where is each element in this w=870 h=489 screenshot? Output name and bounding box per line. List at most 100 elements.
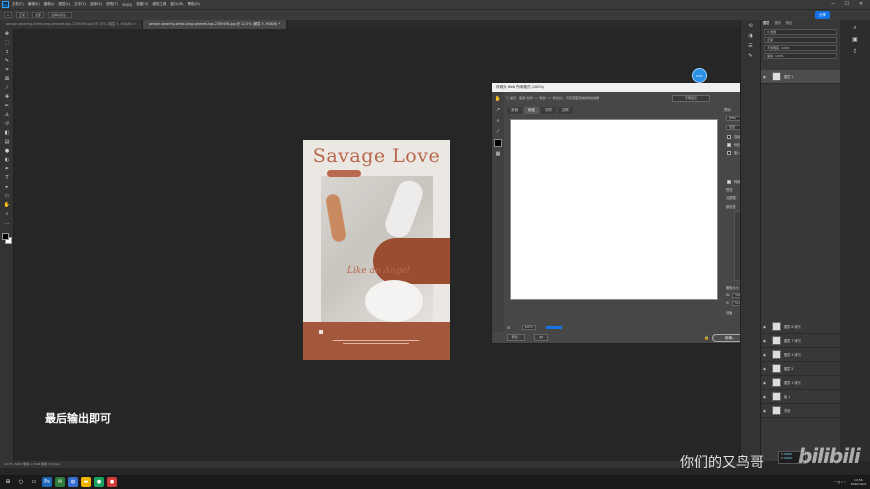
layer-row[interactable]: ◉ 背景 (761, 404, 841, 418)
menu-select[interactable]: 选择(S) (90, 2, 102, 7)
layer-row[interactable]: ◉ 图层 5 (761, 362, 841, 376)
tab-paths[interactable]: 路径 (786, 20, 792, 27)
search-icon[interactable]: ○ (16, 477, 26, 487)
select-and-mask-button[interactable]: 选择并遮住... (47, 12, 72, 18)
browser-icon[interactable]: ◍ (68, 477, 78, 487)
menu-layer[interactable]: 图层(L) (58, 2, 70, 7)
app-icon[interactable]: ● (94, 477, 104, 487)
tray-icons[interactable]: ^ ◔ ♪ ⌁ (834, 480, 846, 484)
sample-select[interactable]: 全部 (31, 12, 44, 18)
menu-3d[interactable]: 3D(D) (122, 3, 132, 7)
task-view-icon[interactable]: ▭ (29, 477, 39, 487)
marquee-tool-icon[interactable]: ⬚ (2, 39, 12, 47)
eye-icon[interactable]: ◉ (763, 339, 768, 343)
eraser-tool-icon[interactable]: ◧ (2, 129, 12, 137)
optimized-checkbox[interactable] (727, 143, 731, 147)
menu-type[interactable]: 文字(Y) (74, 2, 86, 7)
history-brush-tool-icon[interactable]: ↺ (2, 120, 12, 128)
photoshop-taskbar-icon[interactable]: Ps (42, 477, 52, 487)
eye-icon[interactable]: ◉ (763, 381, 768, 385)
browser-preview-icon[interactable]: ◍▾ (534, 334, 548, 341)
share-button[interactable]: 分享 (815, 11, 830, 19)
eyedropper-tool-icon[interactable]: ⁄ (2, 84, 12, 92)
adjustments-icon[interactable]: ◑ (746, 32, 756, 40)
history-icon[interactable]: ⟲ (746, 22, 756, 30)
hand-tool-icon[interactable]: ✋ (2, 201, 12, 209)
menu-window[interactable]: 窗口(W) (170, 2, 183, 7)
tab-layers[interactable]: 图层 (763, 20, 769, 27)
eye-icon[interactable]: ◉ (763, 353, 768, 357)
zoom-out-icon[interactable]: ⊟ (507, 325, 510, 330)
layer-row[interactable]: ◉ 组 1 (761, 390, 841, 404)
menu-help[interactable]: 帮助(H) (188, 2, 200, 7)
move-tool-icon[interactable]: ✥ (2, 30, 12, 38)
layer-row[interactable]: ◉ 图层 6 拷贝 (761, 320, 841, 334)
clock[interactable]: 14:56 2020/10/4 (851, 478, 866, 486)
menu-file[interactable]: 文件(F) (12, 2, 24, 7)
eye-icon[interactable]: ◉ (763, 367, 768, 371)
tab-2up[interactable]: 双联 (541, 107, 556, 114)
layer-row[interactable]: ◉ 图层 1 (761, 70, 841, 84)
slice-select-tool-icon[interactable]: ↗ (494, 106, 502, 114)
search-icon[interactable]: ⌕ (850, 24, 860, 32)
floating-badge[interactable]: 94% (692, 68, 707, 83)
mode-select[interactable]: 正常 (15, 12, 28, 18)
clone-stamp-tool-icon[interactable]: ♙ (2, 111, 12, 119)
blur-tool-icon[interactable]: ● (2, 147, 12, 155)
menu-filter[interactable]: 滤镜(T) (106, 2, 118, 7)
menu-view[interactable]: 视图(V) (136, 2, 148, 7)
eye-icon[interactable]: ◉ (763, 409, 768, 413)
convert-srgb-checkbox[interactable] (727, 180, 731, 184)
healing-brush-tool-icon[interactable]: ✚ (2, 93, 12, 101)
eye-icon[interactable]: ◉ (763, 75, 768, 79)
share-icon[interactable]: ⇪ (850, 48, 860, 56)
pen-tool-icon[interactable]: ✒ (2, 165, 12, 173)
zoom-tool-icon[interactable]: ⌕ (2, 210, 12, 218)
app-icon[interactable]: ● (107, 477, 117, 487)
toggle-slices-icon[interactable]: ▦ (494, 150, 502, 158)
opacity-field[interactable]: 不透明度: 100% (764, 45, 837, 51)
fill-field[interactable]: 填充: 100% (764, 53, 837, 59)
zoom-tool-icon[interactable]: ⌕ (494, 117, 502, 125)
start-icon[interactable]: ⊞ (3, 477, 13, 487)
blend-mode-select[interactable]: 正常 (764, 37, 837, 43)
layer-row[interactable]: ◉ 图层 7 拷贝 (761, 334, 841, 348)
tab-original[interactable]: 原稿 (507, 107, 522, 114)
wechat-icon[interactable]: ✉ (55, 477, 65, 487)
maximize-icon[interactable]: ☐ (840, 0, 854, 9)
zoom-select[interactable]: 100% (522, 324, 537, 330)
layer-row[interactable]: ◉ 图层 1 拷贝 (761, 376, 841, 390)
tab-4up[interactable]: 四联 (558, 107, 573, 114)
layer-kind-filter[interactable]: Q 类型 (764, 29, 837, 35)
eyedropper-tool-icon[interactable]: ⁄ (494, 128, 502, 136)
properties-icon[interactable]: ☰ (746, 42, 756, 50)
progressive-checkbox[interactable] (727, 135, 731, 139)
lasso-tool-icon[interactable]: ↄ (2, 48, 12, 56)
embed-profile-checkbox[interactable] (727, 151, 731, 155)
crop-tool-icon[interactable]: ⌗ (2, 66, 12, 74)
tab-optimized[interactable]: 优化 (524, 107, 539, 114)
rectangle-tool-icon[interactable]: ▭ (2, 192, 12, 200)
type-tool-icon[interactable]: T (2, 174, 12, 182)
workspace-icon[interactable]: ▣ (850, 36, 860, 44)
eye-icon[interactable]: ◉ (763, 395, 768, 399)
brush-tool-icon[interactable]: ✏ (2, 102, 12, 110)
dodge-tool-icon[interactable]: ◐ (2, 156, 12, 164)
gradient-tool-icon[interactable]: ▤ (2, 138, 12, 146)
foreground-color-swatch[interactable] (2, 233, 9, 240)
tab-channels[interactable]: 通道 (774, 20, 780, 27)
more-tools-icon[interactable]: … (2, 219, 12, 227)
brush-settings-icon[interactable]: ✎ (746, 52, 756, 60)
menu-edit[interactable]: 编辑(E) (28, 2, 40, 7)
tool-preset-icon[interactable]: ⌂ (4, 12, 12, 18)
layer-row[interactable]: ◉ 图层 4 拷贝 (761, 348, 841, 362)
minimize-icon[interactable]: ─ (826, 0, 840, 9)
tab-jpg[interactable]: person-wearing-white-long-sleeved-top-27… (142, 20, 287, 29)
hand-tool-icon[interactable]: ✋ (494, 95, 502, 103)
frame-tool-icon[interactable]: ⊠ (2, 75, 12, 83)
tab-psd[interactable]: person-wearing-white-long-sleeved-top-27… (0, 20, 143, 29)
eyedropper-color-swatch[interactable] (494, 139, 502, 147)
eye-icon[interactable]: ◉ (763, 325, 768, 329)
preview-button[interactable]: 预览... (507, 334, 525, 341)
close-icon[interactable]: ✕ (854, 0, 868, 9)
